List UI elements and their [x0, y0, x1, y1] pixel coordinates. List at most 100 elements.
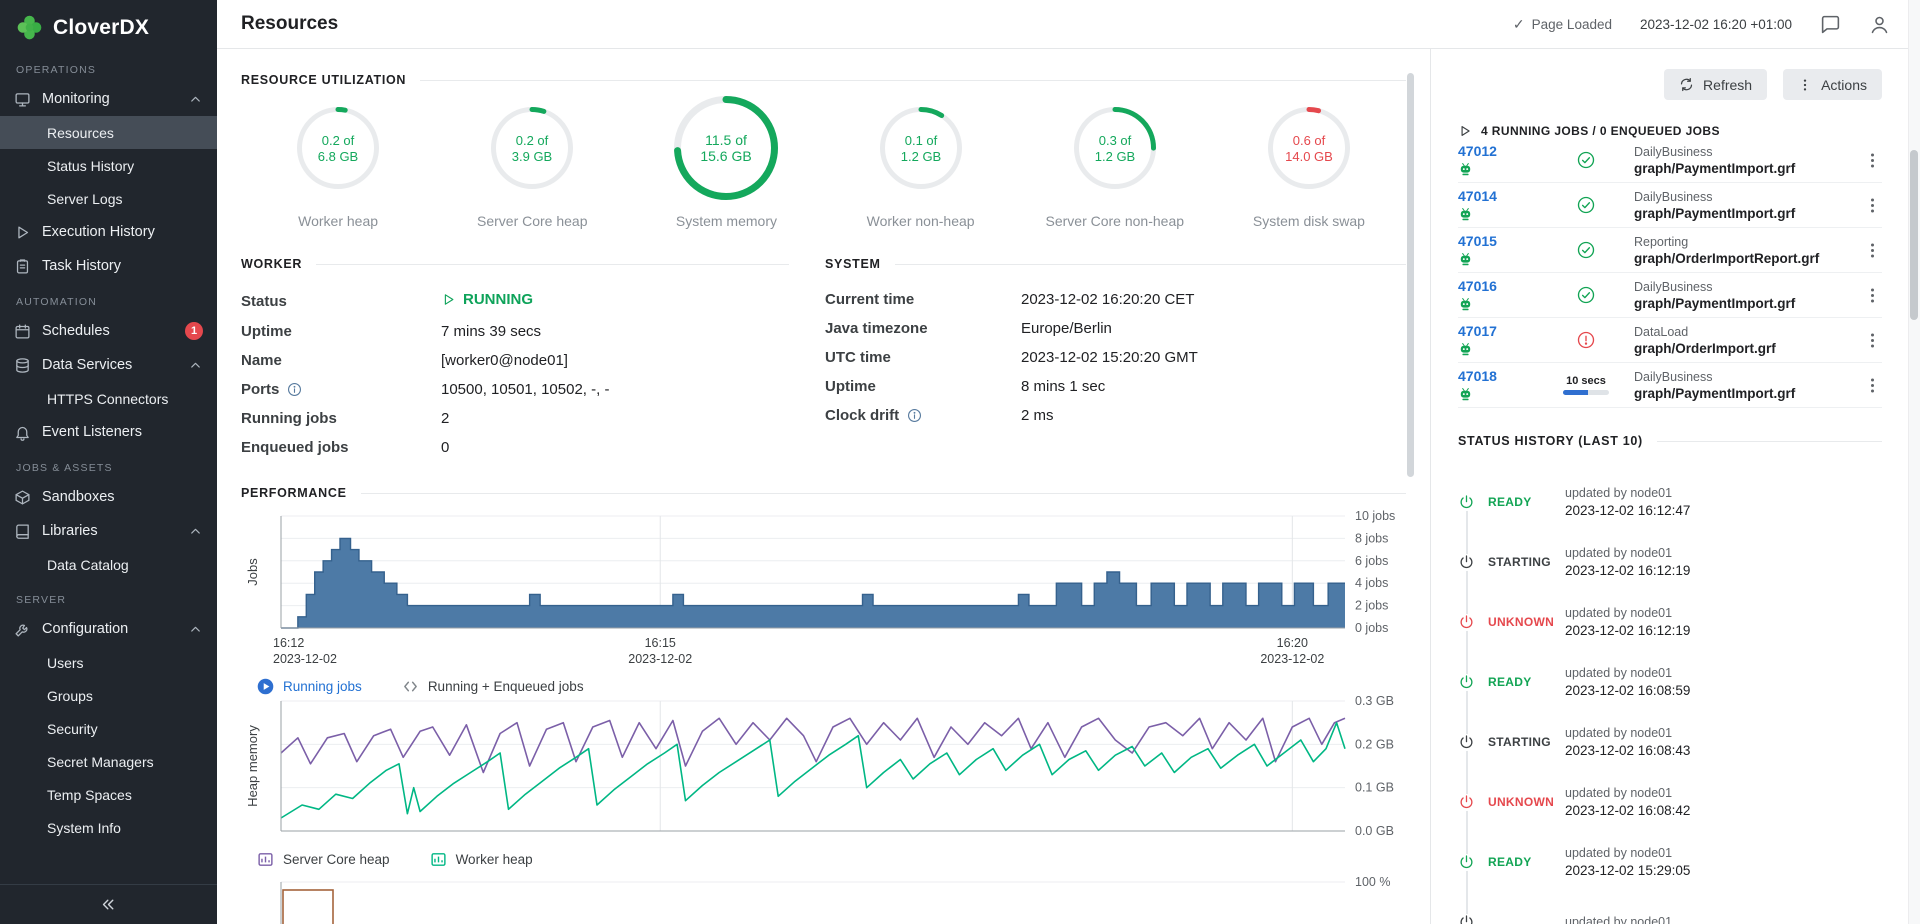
- status-updated-by: updated by node01: [1565, 666, 1690, 680]
- job-id-column: 47012: [1458, 143, 1550, 177]
- actions-button[interactable]: Actions: [1783, 69, 1882, 100]
- job-id-column: 47014: [1458, 188, 1550, 222]
- user-icon[interactable]: [1869, 14, 1890, 35]
- job-row-47014[interactable]: 47014DailyBusinessgraph/PaymentImport.gr…: [1458, 183, 1882, 228]
- job-id-link[interactable]: 47012: [1458, 143, 1550, 159]
- job-menu-kebab-icon[interactable]: [1863, 241, 1882, 260]
- sidebar-item-secret-managers[interactable]: Secret Managers: [0, 745, 217, 778]
- sidebar-item-execution-history[interactable]: Execution History: [0, 215, 217, 249]
- book-icon: [14, 523, 31, 540]
- gauge-server-core-heap: 0.2 of3.9 GBServer Core heap: [435, 93, 629, 229]
- worker-row-name: Name[worker0@node01]: [241, 352, 789, 369]
- legend-running-jobs[interactable]: Running jobs: [257, 678, 362, 695]
- svg-text:2023-12-02: 2023-12-02: [1260, 652, 1324, 666]
- job-menu-kebab-icon[interactable]: [1863, 331, 1882, 350]
- job-row-47016[interactable]: 47016DailyBusinessgraph/PaymentImport.gr…: [1458, 273, 1882, 318]
- refresh-button[interactable]: Refresh: [1664, 69, 1767, 100]
- sidebar-item-server-logs[interactable]: Server Logs: [0, 182, 217, 215]
- cloverdx-logo[interactable]: CloverDX: [0, 0, 217, 51]
- sidebar-item-system-info[interactable]: System Info: [0, 811, 217, 844]
- mini-chart-icon: [257, 851, 274, 868]
- job-menu-kebab-icon[interactable]: [1863, 286, 1882, 305]
- sidebar-collapse-button[interactable]: [0, 884, 217, 924]
- sidebar-item-resources[interactable]: Resources: [0, 116, 217, 149]
- job-id-link[interactable]: 47016: [1458, 278, 1550, 294]
- status-detail: updated by node012023-12-02 16:08:59: [1551, 666, 1690, 698]
- info-icon[interactable]: [907, 408, 922, 423]
- sidebar-item-task-history[interactable]: Task History: [0, 249, 217, 283]
- page-scrollbar-thumb[interactable]: [1910, 150, 1918, 320]
- svg-text:14.0 GB: 14.0 GB: [1285, 149, 1333, 164]
- cloverdx-app: CloverDX OPERATIONSMonitoringResourcesSt…: [0, 0, 1920, 924]
- sidebar-item-temp-spaces[interactable]: Temp Spaces: [0, 778, 217, 811]
- check-circle-icon: [1577, 241, 1595, 259]
- job-status-column: [1550, 241, 1622, 259]
- job-status-column: [1550, 196, 1622, 214]
- job-row-47015[interactable]: 47015Reportinggraph/OrderImportReport.gr…: [1458, 228, 1882, 273]
- system-section: SYSTEM Current time2023-12-02 16:20:20 C…: [825, 233, 1406, 456]
- page-status: ✓ Page Loaded: [1513, 16, 1612, 33]
- divider: [420, 80, 1406, 81]
- svg-text:16:20: 16:20: [1277, 636, 1308, 650]
- main-scrollbar-thumb[interactable]: [1407, 73, 1414, 477]
- kv-label: Clock drift: [825, 407, 1021, 424]
- svg-text:8 jobs: 8 jobs: [1355, 531, 1388, 545]
- gauge-system-disk-swap: 0.6 of14.0 GBSystem disk swap: [1212, 93, 1406, 229]
- legend-running-enqueued-jobs[interactable]: Running + Enqueued jobs: [402, 678, 584, 695]
- gauge-system-memory: 11.5 of15.6 GBSystem memory: [629, 93, 823, 229]
- job-row-47018[interactable]: 4701810 secsDailyBusinessgraph/PaymentIm…: [1458, 363, 1882, 408]
- sidebar-item-label: Users: [47, 655, 84, 671]
- svg-text:10 jobs: 10 jobs: [1355, 509, 1395, 523]
- job-id-link[interactable]: 47018: [1458, 368, 1550, 384]
- svg-text:0.3 of: 0.3 of: [1099, 133, 1132, 148]
- job-row-47017[interactable]: 47017DataLoadgraph/OrderImport.grf: [1458, 318, 1882, 363]
- status-history-entry: READYupdated by node012023-12-02 16:12:4…: [1458, 472, 1882, 532]
- legend-worker-heap[interactable]: Worker heap: [430, 851, 533, 868]
- sidebar-item-status-history[interactable]: Status History: [0, 149, 217, 182]
- legend-server-core-heap[interactable]: Server Core heap: [257, 851, 390, 868]
- svg-text:11.5 of: 11.5 of: [706, 132, 748, 148]
- robot-icon: [1458, 297, 1473, 312]
- jobs-chart-legend: Running jobs Running + Enqueued jobs: [241, 678, 1406, 695]
- system-row-clock-drift: Clock drift2 ms: [825, 407, 1406, 424]
- gauge-label: Worker heap: [298, 213, 378, 229]
- job-menu-kebab-icon[interactable]: [1863, 151, 1882, 170]
- sidebar-item-monitoring[interactable]: Monitoring: [0, 82, 217, 116]
- sidebar-item-groups[interactable]: Groups: [0, 679, 217, 712]
- sidebar-item-data-services[interactable]: Data Services: [0, 348, 217, 382]
- chevron-up-icon: [188, 622, 203, 637]
- job-menu-kebab-icon[interactable]: [1863, 196, 1882, 215]
- box-icon: [14, 489, 31, 506]
- status-power-icon: [1458, 734, 1475, 751]
- job-menu-kebab-icon[interactable]: [1863, 376, 1882, 395]
- svg-text:15.6 GB: 15.6 GB: [701, 148, 752, 164]
- content-row: RESOURCE UTILIZATION 0.2 of6.8 GBWorker …: [217, 49, 1920, 924]
- svg-text:0.3 GB: 0.3 GB: [1355, 695, 1394, 708]
- job-row-47012[interactable]: 47012DailyBusinessgraph/PaymentImport.gr…: [1458, 138, 1882, 183]
- page-scrollbar[interactable]: [1908, 0, 1920, 924]
- brand-name: CloverDX: [53, 16, 149, 40]
- job-id-column: 47015: [1458, 233, 1550, 267]
- sidebar-item-users[interactable]: Users: [0, 646, 217, 679]
- feedback-chat-icon[interactable]: [1820, 14, 1841, 35]
- job-id-link[interactable]: 47014: [1458, 188, 1550, 204]
- status-updated-by: updated by node01: [1565, 915, 1672, 924]
- info-icon[interactable]: [287, 382, 302, 397]
- status-updated-by: updated by node01: [1565, 546, 1690, 560]
- job-id-link[interactable]: 47017: [1458, 323, 1550, 339]
- sidebar-item-event-listeners[interactable]: Event Listeners: [0, 415, 217, 449]
- sidebar-item-configuration[interactable]: Configuration: [0, 612, 217, 646]
- monitor-icon: [14, 91, 31, 108]
- svg-text:1.2 GB: 1.2 GB: [900, 149, 940, 164]
- running-jobs-header-label: 4 RUNNING JOBS / 0 ENQUEUED JOBS: [1481, 124, 1720, 138]
- sidebar-item-libraries[interactable]: Libraries: [0, 514, 217, 548]
- sidebar-item-schedules[interactable]: Schedules1: [0, 314, 217, 348]
- sidebar-item-label: System Info: [47, 820, 121, 836]
- job-id-link[interactable]: 47015: [1458, 233, 1550, 249]
- sidebar-item-data-catalog[interactable]: Data Catalog: [0, 548, 217, 581]
- sidebar-item-https-connectors[interactable]: HTTPS Connectors: [0, 382, 217, 415]
- job-id-column: 47018: [1458, 368, 1550, 402]
- sidebar-item-sandboxes[interactable]: Sandboxes: [0, 480, 217, 514]
- sidebar-item-security[interactable]: Security: [0, 712, 217, 745]
- calendar-icon: [14, 323, 31, 340]
